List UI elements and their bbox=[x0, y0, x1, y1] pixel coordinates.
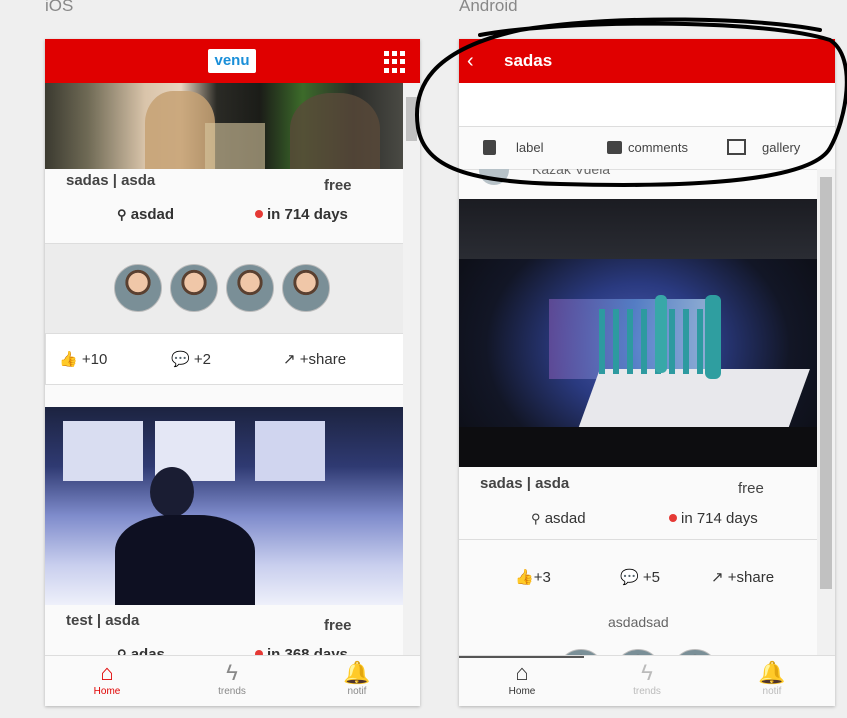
annotation-circle bbox=[415, 17, 847, 187]
